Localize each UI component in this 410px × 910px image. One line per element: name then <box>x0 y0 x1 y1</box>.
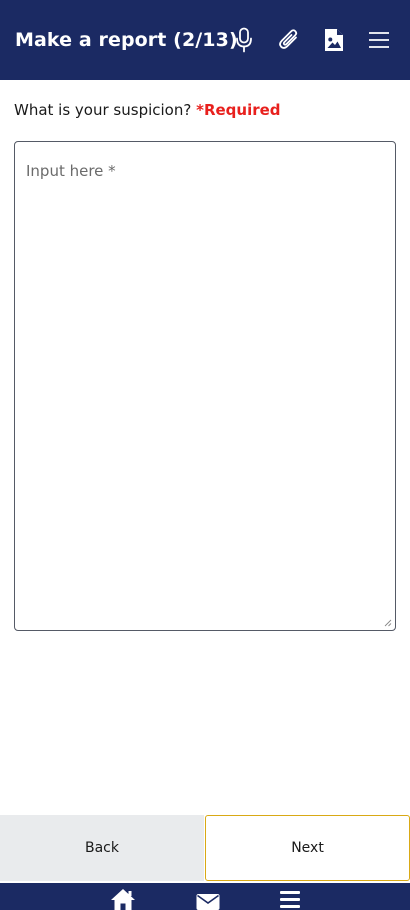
hamburger-menu-icon <box>369 32 389 48</box>
page-title: Make a report (2/13) <box>15 29 238 51</box>
mail-icon <box>196 894 220 910</box>
menu-button[interactable] <box>357 18 401 62</box>
voice-input-button[interactable] <box>222 18 266 62</box>
nav-messages[interactable] <box>190 883 226 910</box>
attach-image-button[interactable] <box>312 18 356 62</box>
menu-icon <box>280 891 300 908</box>
nav-home[interactable] <box>105 883 141 910</box>
home-icon <box>111 889 135 910</box>
suspicion-textarea-container <box>14 141 396 631</box>
required-indicator: *Required <box>196 101 281 119</box>
back-button[interactable]: Back <box>0 815 204 881</box>
bottom-navigation-bar <box>0 883 410 910</box>
form-navigation: Back Next <box>0 815 410 881</box>
attach-file-button[interactable] <box>267 18 311 62</box>
microphone-icon <box>236 27 252 53</box>
nav-menu[interactable] <box>272 883 308 910</box>
suspicion-input[interactable] <box>15 142 395 630</box>
top-app-bar: Make a report (2/13) <box>0 0 410 80</box>
next-button[interactable]: Next <box>205 815 410 881</box>
resize-handle-icon[interactable] <box>384 619 392 627</box>
question-text: What is your suspicion? <box>14 101 192 119</box>
question-label: What is your suspicion? *Required <box>14 101 281 119</box>
header-actions <box>222 0 402 80</box>
paperclip-icon <box>279 29 298 49</box>
image-file-icon <box>325 29 343 51</box>
